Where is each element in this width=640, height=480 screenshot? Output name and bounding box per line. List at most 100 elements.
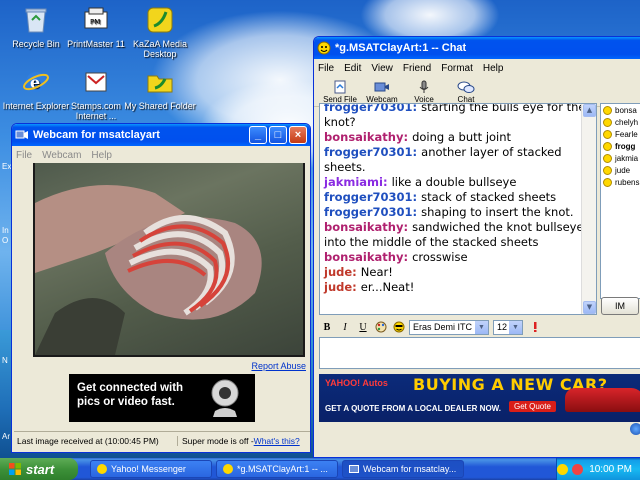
- svg-text:PM: PM: [90, 18, 100, 26]
- message-author[interactable]: frogger70301: [324, 104, 413, 114]
- menu-view[interactable]: View: [371, 63, 393, 74]
- chat-message: bonsaikathy: doing a butt joint: [324, 130, 592, 145]
- menu-help[interactable]: Help: [483, 63, 504, 74]
- webcam-button[interactable]: Webcam: [362, 80, 402, 104]
- user-list-item[interactable]: Fearle: [601, 128, 640, 140]
- desktop-icon-stamps[interactable]: Stamps.com Internet ...: [60, 66, 132, 121]
- minimize-button[interactable]: _: [249, 126, 267, 144]
- desktop-icon-printmaster[interactable]: PM PrintMaster 11: [60, 4, 132, 49]
- user-smiley-icon: [603, 105, 612, 115]
- message-text: stack of stacked sheets: [421, 190, 557, 204]
- user-list-item[interactable]: rubens: [601, 176, 640, 188]
- webcam-ad[interactable]: Get connected with pics or video fast.: [69, 374, 255, 422]
- report-abuse-link[interactable]: Report Abuse: [251, 361, 306, 371]
- yahoo-autos-ad[interactable]: YAHOO! Autos BUYING A NEW CAR? GET A QUO…: [319, 374, 640, 422]
- send-file-button[interactable]: Send File: [320, 80, 360, 104]
- system-tray: 10:00 PM: [556, 458, 640, 480]
- message-colon: :: [412, 145, 422, 159]
- font-name-select[interactable]: Eras Demi ITC ▼: [409, 319, 489, 335]
- underline-button[interactable]: U: [355, 319, 371, 335]
- maximize-button[interactable]: □: [269, 126, 287, 144]
- im-button[interactable]: IM: [601, 297, 639, 315]
- chat-message: frogger70301: shaping to insert the knot…: [324, 205, 592, 220]
- message-author[interactable]: jude: [324, 265, 352, 279]
- user-smiley-icon: [603, 165, 612, 175]
- emoticon-button[interactable]: [391, 319, 407, 335]
- user-list-item[interactable]: chelyh: [601, 116, 640, 128]
- printmaster-icon: PM: [80, 4, 112, 36]
- webcam-window: Webcam for msatclayart _ □ × File Webcam…: [11, 123, 311, 453]
- taskbar-item-yahoo-messenger[interactable]: Yahoo! Messenger: [90, 460, 212, 478]
- tray-messenger-icon[interactable]: [557, 463, 569, 475]
- message-author[interactable]: bonsaikathy: [324, 130, 403, 144]
- menu-format[interactable]: Format: [441, 63, 473, 74]
- message-author[interactable]: frogger70301: [324, 205, 413, 219]
- start-button[interactable]: start: [0, 458, 78, 480]
- whats-this-link[interactable]: What's this?: [254, 436, 300, 446]
- buzz-button[interactable]: [527, 319, 543, 335]
- message-text: er...Neat!: [360, 280, 415, 294]
- message-author[interactable]: bonsaikathy: [324, 220, 403, 234]
- chat-message: jude: er...Neat!: [324, 280, 592, 295]
- message-author[interactable]: jude: [324, 280, 352, 294]
- user-list-items: bonsa chelyh Fearle frogg jakmia jude rubens: [601, 104, 640, 188]
- palette-icon: [375, 321, 387, 333]
- message-colon: :: [352, 265, 361, 279]
- message-text: shaping to insert the knot.: [421, 205, 574, 219]
- chat-button[interactable]: Chat: [446, 80, 486, 104]
- chat-message: frogger70301: stack of stacked sheets: [324, 190, 592, 205]
- user-name: jude: [615, 165, 631, 175]
- user-name: bonsa: [615, 105, 637, 115]
- menu-file[interactable]: File: [318, 63, 334, 74]
- scroll-down-button[interactable]: ▼: [583, 301, 596, 314]
- webcam-menu-file[interactable]: File: [16, 150, 32, 161]
- get-quote-button[interactable]: Get Quote: [509, 401, 556, 412]
- user-list-item[interactable]: frogg: [601, 140, 640, 152]
- taskbar-item-webcam[interactable]: Webcam for msatclay...: [342, 460, 464, 478]
- desktop-icon-kazaa[interactable]: KaZaA Media Desktop: [124, 4, 196, 59]
- user-list-item[interactable]: bonsa: [601, 104, 640, 116]
- user-smiley-icon: [603, 117, 612, 127]
- microphone-icon: [415, 80, 433, 94]
- desktop-icon-shared-folder[interactable]: My Shared Folder: [124, 66, 196, 111]
- menu-edit[interactable]: Edit: [344, 63, 361, 74]
- webcam-menu-help[interactable]: Help: [91, 150, 112, 161]
- taskbar-item-chat[interactable]: *g.MSATClayArt:1 -- ...: [216, 460, 338, 478]
- font-size-select[interactable]: 12 ▼: [493, 319, 523, 335]
- chat-window-titlebar[interactable]: *g.MSATClayArt:1 -- Chat: [314, 37, 640, 59]
- message-input[interactable]: [319, 337, 640, 369]
- tray-alert-icon[interactable]: [572, 463, 584, 475]
- transcript-scrollbar[interactable]: ▲ ▼: [581, 104, 596, 314]
- message-author[interactable]: bonsaikathy: [324, 250, 403, 264]
- menu-friend[interactable]: Friend: [403, 63, 431, 74]
- message-colon: :: [352, 280, 361, 294]
- chat-window: *g.MSATClayArt:1 -- Chat File Edit View …: [313, 36, 640, 458]
- message-author[interactable]: frogger70301: [324, 145, 413, 159]
- voice-button[interactable]: Voice: [404, 80, 444, 104]
- user-smiley-icon: [603, 177, 612, 187]
- webcam-menu-webcam[interactable]: Webcam: [42, 150, 81, 161]
- message-colon: :: [403, 130, 413, 144]
- italic-button[interactable]: I: [337, 319, 353, 335]
- shared-folder-icon: [144, 66, 176, 98]
- chat-message: jude: Near!: [324, 265, 592, 280]
- room-user-list[interactable]: bonsa chelyh Fearle frogg jakmia jude rubens: [600, 103, 640, 299]
- clipped-icon-label: O: [2, 236, 9, 245]
- message-author[interactable]: jakmiami: [324, 175, 383, 189]
- message-colon: :: [412, 190, 422, 204]
- send-file-icon: [331, 80, 349, 94]
- stamps-icon: [80, 66, 112, 98]
- user-list-item[interactable]: jude: [601, 164, 640, 176]
- chat-transcript[interactable]: frogger70301: starting the bulls eye for…: [319, 103, 597, 315]
- bold-button[interactable]: B: [319, 319, 335, 335]
- message-author[interactable]: frogger70301: [324, 190, 413, 204]
- close-button[interactable]: ×: [289, 126, 307, 144]
- user-name: chelyh: [615, 117, 639, 127]
- webcam-window-icon: [15, 130, 28, 139]
- message-colon: :: [382, 175, 392, 189]
- super-mode-status: Super mode is off -: [182, 435, 254, 446]
- color-palette-button[interactable]: [373, 319, 389, 335]
- user-list-item[interactable]: jakmia: [601, 152, 640, 164]
- scroll-up-button[interactable]: ▲: [583, 104, 596, 117]
- webcam-window-titlebar[interactable]: Webcam for msatclayart _ □ ×: [12, 124, 310, 146]
